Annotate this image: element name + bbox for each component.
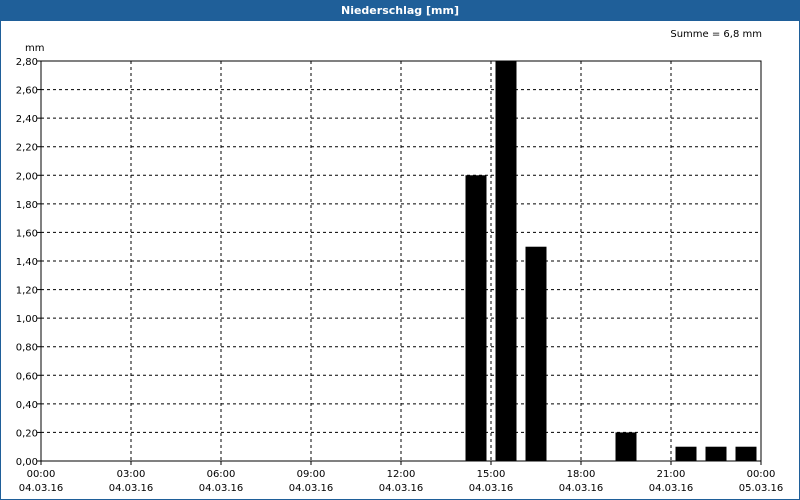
x-tick-time: 00:00 (27, 469, 56, 480)
bar (675, 446, 697, 461)
y-tick-label: 2,80 (16, 57, 38, 68)
x-tick-date: 04.03.16 (649, 483, 694, 494)
x-tick-date: 04.03.16 (469, 483, 514, 494)
y-axis-ticks: 0,00 0,20 0,40 0,60 0,80 1,00 1,20 1,40 1,60 1,80… (16, 57, 38, 468)
x-axis-ticks: 00:00 04.03.16 03:00 04.03.16 06:00 04.03.16 0… (19, 469, 784, 494)
y-tick-label: 0,60 (16, 371, 38, 382)
x-tick-date: 04.03.16 (199, 483, 244, 494)
y-tick-label: 2,20 (16, 143, 38, 154)
sum-annotation: Summe = 6,8 mm (670, 29, 762, 40)
x-tick-date: 04.03.16 (109, 483, 154, 494)
x-tick-time: 21:00 (657, 469, 686, 480)
y-tick-label: 0,40 (16, 400, 38, 411)
x-tick-time: 03:00 (117, 469, 146, 480)
x-tick-time: 09:00 (297, 469, 326, 480)
bar (525, 246, 547, 461)
x-tick-time: 12:00 (387, 469, 416, 480)
x-tick-time: 15:00 (477, 469, 506, 480)
y-tick-label: 0,80 (16, 343, 38, 354)
y-tick-label: 2,00 (16, 171, 38, 182)
y-tick-label: 0,20 (16, 428, 38, 439)
chart-plot: 0,00 0,20 0,40 0,60 0,80 1,00 1,20 1,40 1,60 1,80… (16, 29, 784, 494)
y-tick-label: 1,20 (16, 286, 38, 297)
bar (735, 446, 757, 461)
y-tick-label: 1,40 (16, 257, 38, 268)
y-tick-label: 1,60 (16, 228, 38, 239)
x-tick-time: 06:00 (207, 469, 236, 480)
bar (495, 61, 517, 461)
chart-title: Niederschlag [mm] (1, 1, 799, 21)
y-tick-label: 1,00 (16, 314, 38, 325)
bar (615, 432, 637, 461)
bar (705, 446, 727, 461)
x-tick-date: 04.03.16 (19, 483, 64, 494)
axes (37, 60, 762, 465)
x-tick-time: 18:00 (567, 469, 596, 480)
x-tick-date: 04.03.16 (559, 483, 604, 494)
y-tick-label: 0,00 (16, 457, 38, 468)
y-tick-label: 2,60 (16, 86, 38, 97)
bar (465, 175, 487, 462)
grid-lines (41, 61, 761, 461)
x-tick-date: 05.03.16 (739, 483, 784, 494)
chart-window: Niederschlag [mm] 0,00 0,20 0,40 0,60 0,80 1,… (0, 0, 800, 500)
y-tick-label: 1,80 (16, 200, 38, 211)
x-tick-date: 04.03.16 (379, 483, 424, 494)
y-axis-unit: mm (25, 43, 44, 54)
x-tick-time: 00:00 (747, 469, 776, 480)
x-tick-date: 04.03.16 (289, 483, 334, 494)
y-tick-label: 2,40 (16, 114, 38, 125)
